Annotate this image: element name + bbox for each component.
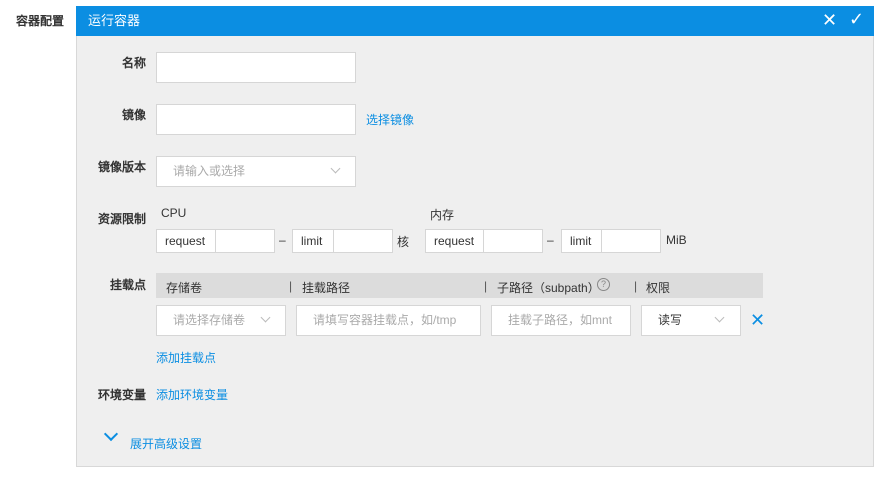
col-subpath: 子路径（subpath） [497, 281, 600, 295]
mem-request-input[interactable] [483, 229, 543, 253]
cpu-request-input[interactable] [215, 229, 275, 253]
col-permission: 权限 [646, 281, 671, 295]
permission-select[interactable]: 读写 [641, 305, 741, 336]
cpu-label: CPU [161, 206, 187, 220]
cpu-limit-input[interactable] [333, 229, 393, 253]
version-select[interactable]: 请输入或选择 [156, 156, 356, 187]
expand-advanced-link[interactable]: 展开高级设置 [130, 435, 202, 452]
section-label: 容器配置 [15, 14, 64, 28]
mem-limit-addon: limit [561, 229, 602, 253]
confirm-icon[interactable]: ✓ [849, 9, 864, 30]
col-divider: | [634, 279, 638, 293]
mem-dash: – [547, 233, 554, 247]
mem-unit: MiB [666, 233, 687, 247]
subpath-input[interactable]: 挂载子路径，如mnt [491, 305, 631, 336]
panel-title: 运行容器 [88, 13, 141, 28]
image-input[interactable] [156, 104, 356, 135]
col-divider: | [484, 279, 488, 293]
cpu-dash: – [279, 233, 286, 247]
name-input[interactable] [156, 52, 356, 83]
memory-label: 内存 [430, 208, 455, 222]
panel-header: 运行容器 [76, 6, 874, 36]
image-label: 镜像 [121, 108, 146, 122]
close-icon[interactable]: ✕ [822, 10, 837, 31]
mount-label: 挂载点 [109, 278, 146, 292]
mem-limit-input[interactable] [601, 229, 661, 253]
mount-path-input[interactable]: 请填写容器挂载点，如/tmp [296, 305, 481, 336]
cpu-unit: 核 [397, 235, 410, 249]
name-label: 名称 [121, 56, 146, 70]
cpu-request-addon: request [156, 229, 216, 253]
remove-mount-icon[interactable]: ✕ [750, 310, 765, 331]
col-volume: 存储卷 [166, 281, 203, 295]
add-env-link[interactable]: 添加环境变量 [156, 386, 228, 403]
cpu-limit-addon: limit [292, 229, 334, 253]
mem-request-addon: request [425, 229, 484, 253]
version-label: 镜像版本 [97, 160, 146, 174]
env-label: 环境变量 [97, 388, 146, 402]
mount-table-header: 存储卷 | 挂载路径 | 子路径（subpath） ? | 权限 [156, 273, 763, 298]
add-mount-link[interactable]: 添加挂载点 [156, 349, 216, 366]
col-divider: | [289, 279, 293, 293]
select-image-link[interactable]: 选择镜像 [366, 111, 414, 128]
help-icon[interactable]: ? [597, 278, 610, 291]
col-path: 挂载路径 [302, 281, 351, 295]
resource-label: 资源限制 [97, 212, 146, 226]
